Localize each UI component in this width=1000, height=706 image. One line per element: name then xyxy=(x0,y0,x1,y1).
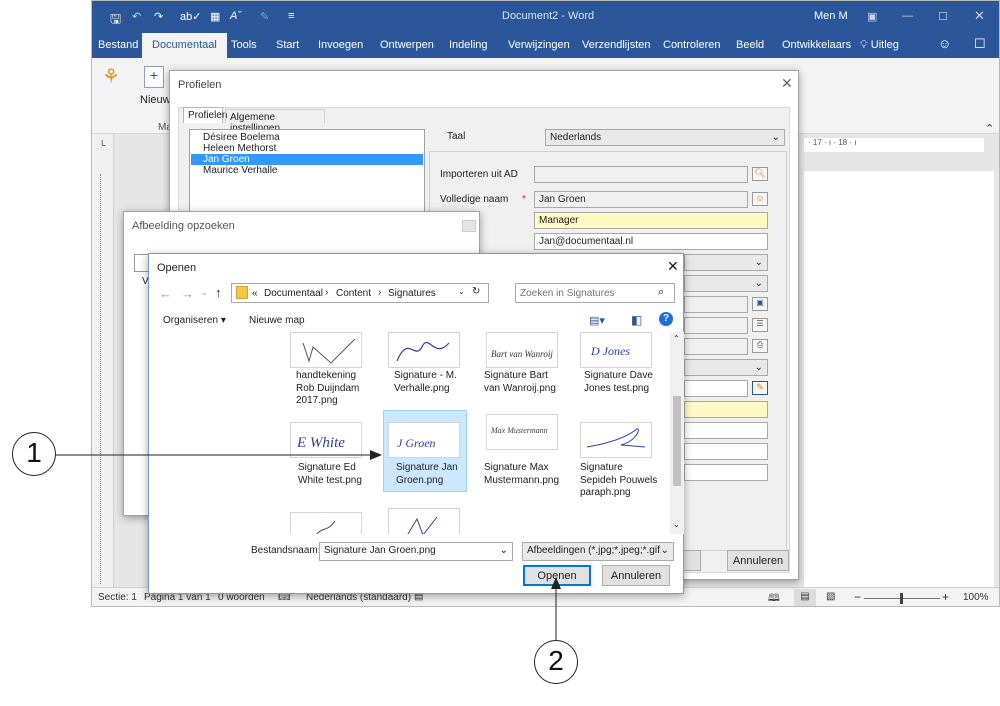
callout-2: 2 xyxy=(534,640,578,684)
callout-1: 1 xyxy=(12,432,56,476)
callout-arrows xyxy=(56,450,561,640)
